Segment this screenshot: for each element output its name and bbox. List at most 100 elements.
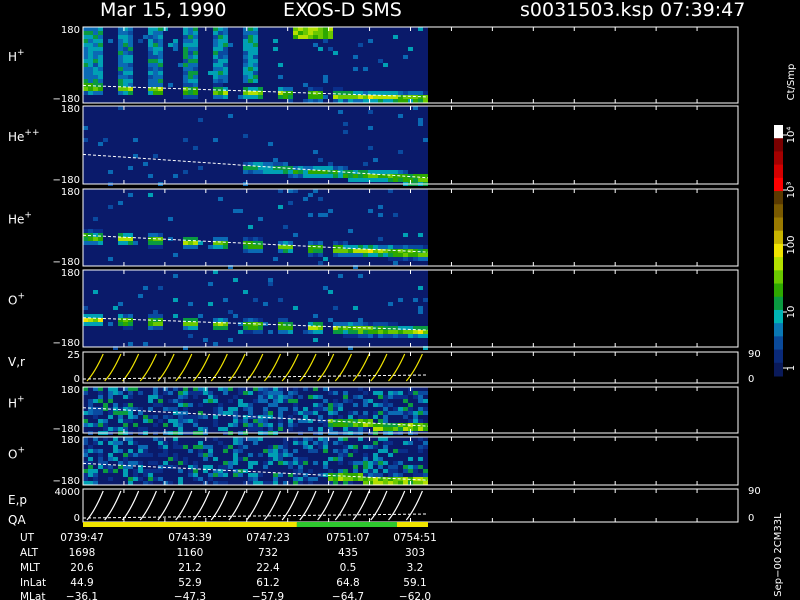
heat-cell [273,477,278,481]
heat-cell [218,79,223,83]
heat-cell [173,253,178,257]
heat-cell [323,75,328,79]
heat-cell [138,477,143,481]
heat-cell [403,411,408,415]
heat-cell [188,55,193,59]
heat-cell [323,399,328,403]
heat-cell [318,415,323,419]
heat-cell [313,387,318,391]
heat-cell [403,469,408,473]
heat-cell [283,87,288,91]
heat-cell [198,453,203,457]
heat-cell [253,51,258,55]
heat-cell [173,453,178,457]
heat-cell [183,71,188,75]
heat-cell [373,245,378,249]
heat-cell [408,95,413,99]
heat-cell [98,39,103,43]
heat-cell [153,154,158,158]
heat-cell [338,241,343,245]
heat-cell [93,39,98,43]
heat-cell [128,39,133,43]
colorbar-unit: Ct/Smp [786,64,797,101]
heat-cell [83,79,88,83]
heat-cell [128,449,133,453]
heat-cell [298,477,303,481]
heat-cell [278,399,283,403]
heat-cell [398,91,403,95]
heat-cell [418,27,423,31]
heat-cell [293,469,298,473]
heat-cell [213,59,218,63]
heat-cell [123,457,128,461]
heat-cell [118,391,123,395]
heat-cell [118,71,123,75]
heat-cell [278,453,283,457]
heat-cell [163,445,168,449]
heat-cell [253,419,258,423]
heat-cell [113,387,118,391]
heat-cell [123,318,128,322]
heat-cell [258,318,263,322]
heat-cell [363,457,368,461]
heat-cell [233,453,238,457]
heat-cell [243,407,248,411]
heat-cell [128,55,133,59]
heat-cell [183,419,188,423]
heat-cell [358,43,363,47]
heat-cell [403,441,408,445]
heat-cell [243,326,248,330]
heat-cell [338,449,343,453]
heat-cell [403,449,408,453]
heat-cell [238,457,243,461]
ephemeris-value: 0739:47 [60,532,104,544]
heat-cell [93,79,98,83]
heat-cell [128,43,133,47]
heat-cell [188,39,193,43]
heat-cell [183,415,188,419]
heat-cell [198,403,203,407]
ephemeris-value: 435 [338,547,358,559]
heat-cell [218,27,223,31]
ephemeris-value: 0747:23 [246,532,290,544]
heat-cell [178,469,183,473]
heat-cell [258,399,263,403]
heat-cell [123,31,128,35]
heat-cell [363,473,368,477]
heat-cell [158,453,163,457]
heat-cell [183,407,188,411]
heat-cell [238,95,243,99]
heat-cell [98,75,103,79]
colorbar-swatch [774,217,783,232]
ephemeris-value: 0754:51 [393,532,437,544]
heat-cell [108,469,113,473]
qa-segment [396,522,428,527]
heat-cell [118,91,123,95]
heat-cell [148,39,153,43]
heat-cell [253,423,258,427]
y-axis-min: 0 [74,513,80,524]
heat-cell [313,461,318,465]
heat-cell [233,314,238,318]
heat-cell [193,63,198,67]
heat-cell [198,166,203,170]
heat-cell [93,481,98,485]
heat-cell [383,399,388,403]
heat-cell [413,469,418,473]
heat-cell [408,403,413,407]
heat-cell [203,391,208,395]
heat-cell [138,453,143,457]
heat-cell [248,75,253,79]
heat-cell [198,441,203,445]
ephemeris-value: 1160 [177,547,204,559]
heat-cell [158,91,163,95]
heat-cell [88,47,93,51]
heat-cell [153,326,158,330]
heat-cell [393,469,398,473]
heat-cell [193,95,198,99]
heat-cell [83,423,88,427]
heat-cell [168,217,173,221]
heat-cell [413,91,418,95]
qa-segment [296,522,397,527]
heat-cell [153,469,158,473]
